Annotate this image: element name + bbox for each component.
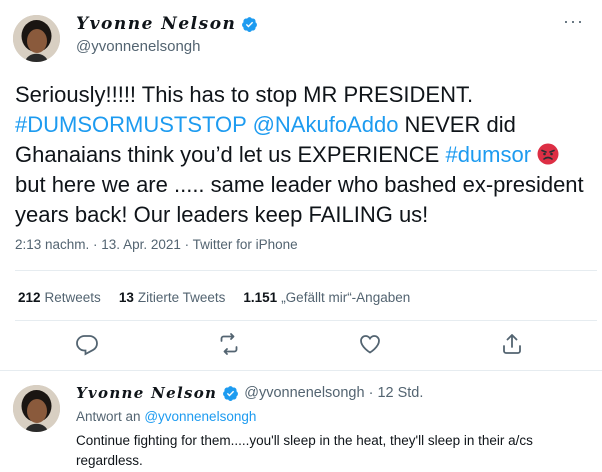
likes-count: 1.151 — [243, 290, 278, 305]
likes-label: „Gefällt mir“-Angaben — [281, 290, 411, 305]
likes-stat[interactable]: 1.151 „Gefällt mir“-Angaben — [243, 290, 410, 305]
retweet-icon[interactable] — [217, 332, 241, 356]
angry-face-emoji-icon — [537, 143, 559, 165]
reply-handle-time[interactable]: @yvonnenelsongh · 12 Std. — [244, 385, 423, 401]
hashtag-link[interactable]: #dumsor — [445, 142, 531, 167]
tweet-action-bar — [0, 332, 602, 362]
tweet-text-part: Seriously!!!!! This has to stop MR PRESI… — [15, 82, 474, 107]
divider — [15, 270, 597, 271]
replying-to-handle-link[interactable]: @yvonnenelsongh — [144, 409, 256, 424]
share-icon[interactable] — [500, 332, 524, 356]
reply-display-name[interactable]: Yvonne Nelson — [76, 384, 217, 402]
reply-text: Continue fighting for them.....you'll sl… — [76, 433, 533, 468]
verified-badge-icon — [222, 385, 239, 402]
replying-to-label: Antwort an — [76, 409, 141, 424]
verified-badge-icon — [241, 16, 258, 33]
retweets-stat[interactable]: 212 Retweets — [18, 290, 101, 305]
like-icon[interactable] — [358, 332, 382, 356]
tweet-stats: 212 Retweets 13 Zitierte Tweets 1.151 „Gefä… — [18, 290, 410, 305]
tweet-timestamp[interactable]: 2:13 nachm. · 13. Apr. 2021 · Twitter fo… — [15, 237, 298, 252]
reply-avatar[interactable] — [13, 385, 60, 432]
divider — [15, 320, 597, 321]
more-options-icon[interactable]: ··· — [563, 11, 584, 32]
divider — [0, 370, 602, 371]
tweet-text-part: but here we are ..... same leader who ba… — [15, 172, 584, 227]
display-name[interactable]: Yvonne Nelson — [76, 14, 236, 34]
hashtag-link[interactable]: #DUMSORMUSTSTOP — [15, 112, 246, 137]
replying-to: Antwort an @yvonnenelsongh — [76, 409, 256, 424]
retweets-label: Retweets — [44, 290, 101, 305]
quotes-count: 13 — [118, 290, 134, 305]
reply-header: Yvonne Nelson @yvonnenelsongh · 12 Std. — [76, 384, 423, 402]
quotes-label: Zitierte Tweets — [137, 290, 226, 305]
author-name-row: Yvonne Nelson — [76, 14, 258, 34]
tweet-text: Seriously!!!!! This has to stop MR PRESI… — [15, 80, 595, 230]
author-handle[interactable]: @yvonnenelsongh — [76, 38, 200, 55]
mention-link[interactable]: @NAkufoAddo — [253, 112, 399, 137]
reply-icon[interactable] — [75, 332, 99, 356]
retweets-count: 212 — [18, 290, 41, 305]
quotes-stat[interactable]: 13 Zitierte Tweets — [119, 290, 226, 305]
avatar[interactable] — [13, 15, 60, 62]
